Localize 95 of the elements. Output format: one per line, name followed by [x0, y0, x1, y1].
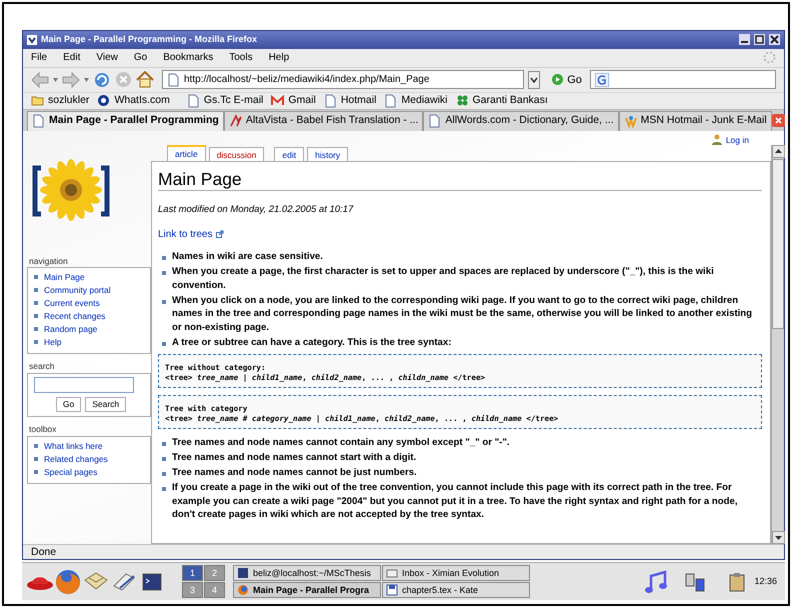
- list-item-text: Tree names and node names cannot be just numbers.: [172, 467, 417, 478]
- list-item-text: Tree names and node names cannot contain any symbol except "_" or "-".: [172, 437, 510, 448]
- sidebar-link[interactable]: What links here: [34, 440, 148, 453]
- page-icon: [186, 94, 200, 108]
- page-icon: [384, 94, 398, 108]
- task-button[interactable]: chapter5.tex - Kate: [382, 582, 530, 598]
- clipboard-icon[interactable]: [728, 572, 746, 592]
- url-field[interactable]: http://localhost/~beliz/mediawiki4/index.php/Main_Page: [162, 70, 524, 90]
- sidebar-link[interactable]: Recent changes: [34, 310, 148, 324]
- sidebar-link[interactable]: Random page: [34, 323, 148, 336]
- clover-icon: [456, 94, 469, 108]
- sidebar-link[interactable]: Special pages: [34, 466, 148, 479]
- bookmark-link[interactable]: Gs.Tc E-mail: [186, 92, 264, 109]
- menu-item[interactable]: Tools: [229, 50, 253, 66]
- sidebar-link[interactable]: Main Page: [34, 271, 148, 284]
- page-icon: [428, 114, 442, 128]
- back-icon[interactable]: [31, 72, 49, 88]
- task-button[interactable]: Main Page - Parallel Progra: [233, 582, 381, 598]
- globe-icon: [97, 94, 110, 108]
- throbber-icon: [763, 51, 776, 64]
- workspace-button[interactable]: 1: [182, 565, 203, 581]
- sidebar-link[interactable]: Related changes: [34, 452, 148, 466]
- page-icon: [324, 94, 337, 108]
- bookmark-link[interactable]: Garanti Bankası: [456, 92, 548, 109]
- sidebar-link[interactable]: Community portal: [34, 284, 148, 298]
- user-icon: [712, 134, 722, 146]
- network-icon[interactable]: [684, 570, 706, 592]
- list-item-text: If you create a page in the wiki out of the tree convention, you cannot include this page with its correct path in the tree. For example you can create a wiki page "2004" but you cannot put it in a tree. To have the right syntax and right path for a node, don't create pages in wiki which are not accepted by the tree syntax.: [172, 482, 738, 520]
- list-item-text: Names in wiki are case sensitive.: [172, 251, 323, 262]
- last-modified-text: Last modified on Monday, 21.02.2005 at 10:17: [158, 202, 354, 217]
- browser-tab[interactable]: AltaVista - Babel Fish Translation - ...: [224, 110, 424, 131]
- bookmark-link[interactable]: sozlukler: [31, 92, 90, 109]
- page-tab[interactable]: discussion: [208, 146, 264, 161]
- page-tab[interactable]: edit: [274, 146, 304, 161]
- close-tab-icon[interactable]: [772, 114, 785, 127]
- search-input[interactable]: [34, 377, 134, 394]
- sidebar-link[interactable]: Current events: [34, 297, 148, 310]
- search-button[interactable]: Go: [56, 397, 82, 412]
- home-icon[interactable]: [136, 71, 154, 88]
- sidebar-link[interactable]: Help: [34, 336, 148, 350]
- maximize-icon[interactable]: [754, 34, 765, 46]
- window-title: Main Page - Parallel Programming - Mozilla Firefox: [41, 33, 258, 46]
- bookmark-link[interactable]: Gmail: [271, 92, 316, 109]
- task-button[interactable]: Inbox - Ximian Evolution: [382, 565, 530, 581]
- task-button[interactable]: beliz@localhost:~/MScThesis: [233, 565, 381, 581]
- menu-item[interactable]: Edit: [63, 50, 80, 66]
- external-link-icon: [216, 230, 224, 238]
- music-note-icon[interactable]: [644, 570, 668, 594]
- firefox-icon[interactable]: [54, 568, 82, 596]
- google-icon: [594, 72, 609, 87]
- list-item-text: Tree names and node names cannot start with a digit.: [172, 452, 416, 464]
- sidebar-heading: toolbox: [28, 423, 58, 436]
- page-tab[interactable]: article: [167, 144, 206, 161]
- dropdown-icon[interactable]: [528, 70, 540, 89]
- list-item-text: When you click on a node, you are linked to the corresponding wiki page. If you want to go to the correct wiki page, children names in the tree and corresponding page names in the wiki must be the same, otherwise you will be linked to another existing or non-existing page.: [172, 294, 752, 333]
- clock: 12:36: [754, 574, 777, 588]
- menu-item[interactable]: File: [31, 50, 48, 66]
- go-button[interactable]: Go: [552, 72, 582, 88]
- link[interactable]: Link to trees: [158, 226, 224, 242]
- login-link[interactable]: Log in: [712, 134, 749, 146]
- firefox-icon: [237, 584, 249, 596]
- go-icon: [552, 74, 564, 86]
- browser-tab[interactable]: Main Page - Parallel Programming: [27, 110, 224, 131]
- menu-item[interactable]: Bookmarks: [163, 50, 214, 66]
- list-item-text: When you create a page, the first character is set to upper and spaces are replaced by underscore ("_"), this is the wiki convention.: [172, 266, 714, 291]
- bookmark-link[interactable]: Hotmail: [324, 92, 376, 109]
- sidebar-heading: navigation: [28, 254, 69, 268]
- browser-tab[interactable]: AllWords.com - Dictionary, Guide, ...: [423, 110, 619, 131]
- menu-item[interactable]: Go: [134, 50, 148, 66]
- forward-icon[interactable]: [62, 72, 80, 88]
- scroll-down-icon[interactable]: [772, 530, 785, 544]
- page-icon: [32, 114, 45, 128]
- close-icon[interactable]: [769, 34, 780, 46]
- list-item-text: A tree or subtree can have a category. This is the tree syntax:: [172, 336, 452, 348]
- scroll-up-icon[interactable]: [772, 144, 785, 158]
- status-text: Done: [23, 544, 784, 559]
- menu-item[interactable]: Help: [268, 50, 290, 66]
- bookmark-link[interactable]: Mediawiki: [384, 92, 448, 109]
- menu-item[interactable]: View: [96, 50, 118, 66]
- reload-icon[interactable]: [93, 70, 111, 89]
- search-field[interactable]: [590, 70, 776, 90]
- page-icon: [167, 72, 180, 87]
- mail-icon: [271, 94, 284, 108]
- scrollbar[interactable]: [771, 144, 784, 544]
- page-tab[interactable]: history: [307, 146, 348, 161]
- zigzag-icon: [228, 114, 242, 128]
- folder-icon: [31, 94, 44, 108]
- bookmark-link[interactable]: WhatIs.com: [97, 92, 170, 109]
- menu-arrow-icon[interactable]: [27, 34, 37, 45]
- minimize-icon[interactable]: [739, 34, 750, 46]
- document-icon: [386, 584, 398, 596]
- page-heading: Main Page: [158, 166, 762, 191]
- search-button[interactable]: Search: [85, 397, 126, 412]
- sidebar-heading: search: [28, 360, 56, 374]
- browser-tab[interactable]: MSN Hotmail - Junk E-Mail: [618, 110, 772, 131]
